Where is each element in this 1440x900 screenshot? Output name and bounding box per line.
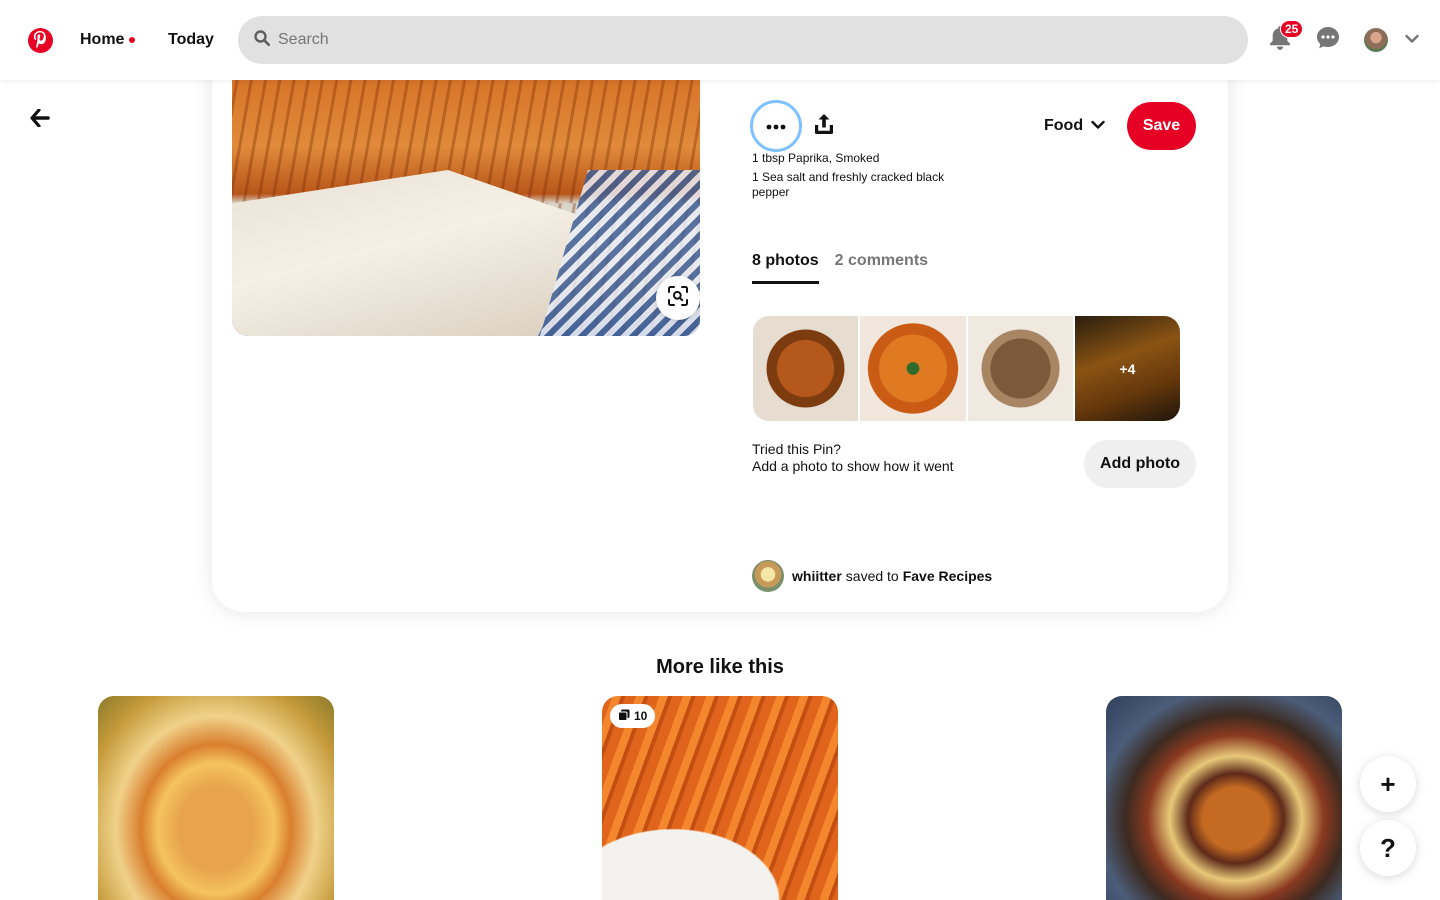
pin-image-parchment	[232, 170, 592, 336]
nav-home-label: Home	[80, 31, 125, 48]
more-options-button[interactable]	[750, 100, 802, 152]
nav-today[interactable]: Today	[168, 16, 214, 64]
board-selector[interactable]: Food	[1044, 102, 1105, 150]
tried-photo-thumbnail[interactable]	[860, 316, 966, 421]
save-button[interactable]: Save	[1127, 102, 1196, 150]
share-upload-icon	[814, 113, 834, 140]
related-pin-card[interactable]: 10	[602, 696, 838, 900]
photo-count-badge: 10	[610, 704, 656, 728]
chevron-down-icon	[1083, 117, 1105, 135]
more-photos-thumbnail[interactable]: +4	[1074, 316, 1180, 421]
tab-photos[interactable]: 8 photos	[752, 252, 819, 284]
add-photo-button[interactable]: Add photo	[1084, 440, 1196, 488]
tried-photo-thumbnail[interactable]	[967, 316, 1073, 421]
saved-by-attribution: whiitter saved to Fave Recipes	[752, 560, 992, 592]
ingredient-item: 1 tbsp Paprika, Smoked	[752, 151, 880, 165]
visual-search-button[interactable]	[656, 276, 700, 320]
pin-closeup-card: Food Save 1 tbsp Paprika, Smoked 1 Sea s…	[212, 20, 1228, 612]
tried-photos-grid: +4	[753, 316, 1180, 421]
avatar	[1364, 28, 1388, 52]
new-content-dot	[129, 37, 136, 43]
saver-board-link[interactable]: Fave Recipes	[903, 568, 993, 584]
ingredient-item: 1 Sea salt and freshly cracked black pep…	[752, 170, 945, 199]
arrow-left-icon	[30, 107, 50, 132]
more-photos-count: +4	[1119, 360, 1136, 377]
photo-count-value: 10	[634, 709, 648, 723]
plus-icon: +	[1380, 768, 1396, 799]
search-icon	[254, 29, 271, 51]
share-button[interactable]	[800, 102, 848, 150]
multi-image-icon	[618, 709, 630, 724]
saver-username[interactable]: whiitter	[792, 568, 842, 584]
tried-photo-thumbnail[interactable]	[753, 316, 859, 421]
search-input[interactable]	[278, 31, 1178, 49]
tried-prompt: Tried this Pin? Add a photo to show how …	[752, 441, 954, 475]
chevron-down-icon	[1405, 31, 1419, 49]
notifications-button[interactable]: 25	[1256, 16, 1304, 64]
avatar[interactable]	[752, 560, 784, 592]
account-menu-button[interactable]	[1396, 16, 1428, 64]
more-like-this-heading: More like this	[656, 656, 784, 678]
pin-tabs: 8 photos 2 comments	[752, 252, 944, 284]
ellipsis-icon	[766, 117, 786, 135]
ingredient-list: 1 tbsp Paprika, Smoked 1 Sea salt and fr…	[752, 151, 972, 200]
back-button[interactable]	[16, 96, 64, 144]
visual-search-icon	[668, 285, 688, 311]
profile-button[interactable]	[1352, 16, 1400, 64]
nav-home[interactable]: Home	[80, 16, 136, 64]
tab-comments[interactable]: 2 comments	[835, 252, 928, 284]
pinterest-logo-icon[interactable]	[16, 16, 64, 64]
messages-button[interactable]	[1304, 16, 1352, 64]
tried-subtitle: Add a photo to show how it went	[752, 458, 954, 474]
related-pin-card[interactable]	[1106, 696, 1342, 900]
help-button[interactable]: ?	[1360, 820, 1416, 876]
create-button[interactable]: +	[1360, 756, 1416, 812]
tried-title: Tried this Pin?	[752, 441, 841, 457]
related-pin-card[interactable]	[98, 696, 334, 900]
notification-count-badge: 25	[1280, 20, 1304, 38]
saver-action-text: saved to	[845, 568, 899, 584]
search-bar[interactable]	[238, 16, 1248, 64]
nav-today-label: Today	[168, 31, 214, 48]
question-mark-icon: ?	[1380, 832, 1396, 863]
board-selector-label: Food	[1044, 117, 1084, 134]
chat-icon	[1316, 26, 1340, 55]
top-nav-bar: Home Today 25	[0, 0, 1440, 80]
